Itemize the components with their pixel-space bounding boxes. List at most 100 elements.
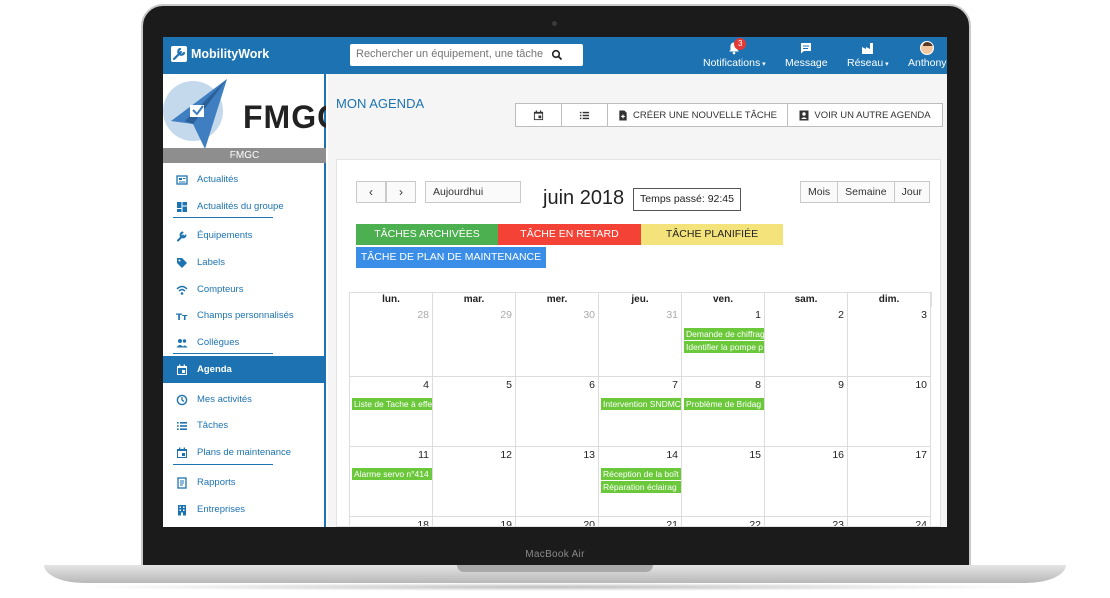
day-cell[interactable]: 11 Alarme servo n°414 <box>350 447 433 517</box>
user-name: Anthony <box>908 57 947 69</box>
factory-icon <box>861 43 873 54</box>
sidebar-item-compteurs[interactable]: Compteurs <box>163 276 324 303</box>
day-cell[interactable]: 31 <box>599 307 682 377</box>
list-icon <box>579 111 590 119</box>
sidebar-item-label: Compteurs <box>197 284 244 295</box>
calendar-card: ‹ › Aujourdhui juin 2018 Temps passé: 92… <box>336 159 941 527</box>
other-agenda-button[interactable]: VOIR UN AUTRE AGENDA <box>787 103 943 127</box>
sidebar-item-champs-personnalises[interactable]: Tт Champs personnalisés <box>163 302 324 329</box>
day-cell[interactable]: 4 Liste de Tache à effe <box>350 377 433 447</box>
sidebar-item-label: Plans de maintenance <box>197 447 292 458</box>
sidebar-item-labels[interactable]: Labels <box>163 249 324 276</box>
sidebar-item-agenda[interactable]: Agenda <box>163 356 324 383</box>
day-cell[interactable]: 14 Réception de la boît Réparation éclaira… <box>599 447 682 517</box>
create-task-button[interactable]: CRÉER UNE NOUVELLE TÂCHE <box>607 103 788 127</box>
sidebar-item-actualites-groupe[interactable]: Actualités du groupe <box>163 193 324 220</box>
day-number: 31 <box>666 309 678 321</box>
day-cell[interactable]: 30 <box>516 307 599 377</box>
day-cell[interactable]: 16 <box>765 447 848 517</box>
brand-name-bold: Mobility <box>191 47 239 61</box>
sidebar-item-actualites[interactable]: Actualités <box>163 166 324 193</box>
day-number: 1 <box>755 309 761 321</box>
list-view-button[interactable] <box>561 103 608 127</box>
sidebar-item-equipements[interactable]: Équipements <box>163 222 324 249</box>
brand-logo[interactable]: MobilityWork <box>191 47 269 61</box>
calendar-event[interactable]: Réparation éclairag <box>601 481 681 493</box>
day-number: 13 <box>583 449 595 461</box>
sidebar-item-mes-activites[interactable]: Mes activités <box>163 386 324 413</box>
day-cell[interactable]: 12 <box>433 447 516 517</box>
day-cell[interactable]: 24 <box>848 517 931 526</box>
sidebar-item-taches[interactable]: Tâches <box>163 412 324 439</box>
calendar-event[interactable]: Réception de la boît <box>601 468 681 480</box>
day-cell[interactable]: 1 Demande de chiffrag Identifier la pompe … <box>682 307 765 377</box>
week-row: 11 Alarme servo n°414 12 13 14 Réception de l… <box>349 447 932 517</box>
day-number: 11 <box>418 449 429 461</box>
sidebar-item-label: Mes activités <box>197 394 252 405</box>
view-day-button[interactable]: Jour <box>893 181 931 203</box>
day-cell[interactable]: 20 <box>516 517 599 526</box>
sidebar-item-plans-maintenance[interactable]: Plans de maintenance <box>163 439 324 466</box>
search-icon[interactable] <box>551 49 563 61</box>
day-cell[interactable]: 7 Intervention SNDMC <box>599 377 682 447</box>
calendar-icon <box>177 447 187 458</box>
day-cell[interactable]: 10 <box>848 377 931 447</box>
caret-down-icon: ▾ <box>883 61 889 68</box>
day-cell[interactable]: 6 <box>516 377 599 447</box>
day-cell[interactable]: 5 <box>433 377 516 447</box>
sidebar-item-label: Équipements <box>197 230 253 241</box>
calendar-view-button[interactable] <box>515 103 562 127</box>
day-cell[interactable]: 21 <box>599 517 682 526</box>
calendar-icon <box>177 364 187 375</box>
text-format-icon: Tт <box>176 313 188 322</box>
view-switcher: Mois Semaine Jour <box>800 181 931 203</box>
day-cell[interactable]: 15 <box>682 447 765 517</box>
prev-month-button[interactable]: ‹ <box>356 181 386 203</box>
calendar-event[interactable]: Intervention SNDMC <box>601 398 681 410</box>
sidebar-divider <box>173 217 273 218</box>
day-cell[interactable]: 19 <box>433 517 516 526</box>
next-month-button[interactable]: › <box>386 181 416 203</box>
sidebar-item-rapports[interactable]: Rapports <box>163 469 324 496</box>
day-cell[interactable]: 3 <box>848 307 931 377</box>
day-number: 23 <box>832 519 844 527</box>
network-label: Réseau <box>847 57 884 69</box>
tag-icon <box>177 258 187 268</box>
day-cell[interactable]: 17 <box>848 447 931 517</box>
day-cell[interactable]: 18 <box>350 517 433 526</box>
today-button[interactable]: Aujourdhui <box>425 181 521 203</box>
sidebar-item-label: Rapports <box>197 477 236 488</box>
sidebar-item-entreprises[interactable]: Entreprises <box>163 496 324 523</box>
user-menu[interactable]: Anthony <box>908 41 947 69</box>
week-row: 28 29 30 31 1 Demande de chiffrag Identifier l… <box>349 307 932 377</box>
day-cell[interactable]: 9 <box>765 377 848 447</box>
calendar-event[interactable]: Alarme servo n°414 <box>352 468 432 480</box>
day-cell[interactable]: 23 <box>765 517 848 527</box>
notifications-menu[interactable]: 3 Notifications ▾ <box>703 38 766 69</box>
messages-menu[interactable]: Message <box>785 41 828 69</box>
page-title: MON AGENDA <box>336 96 425 111</box>
day-cell[interactable]: 28 <box>350 307 433 377</box>
calendar-event[interactable]: Demande de chiffrag <box>684 328 764 340</box>
sidebar-item-label: Agenda <box>197 364 232 375</box>
caret-down-icon: ▾ <box>760 61 766 68</box>
network-menu[interactable]: Réseau ▾ <box>847 41 889 69</box>
view-week-button[interactable]: Semaine <box>837 181 895 203</box>
avatar <box>920 41 935 55</box>
calendar-event[interactable]: Problème de Bridag <box>684 398 764 410</box>
day-cell[interactable]: 22 <box>682 517 765 526</box>
search-input[interactable] <box>356 48 546 60</box>
sidebar-item-collegues[interactable]: Collègues <box>163 329 324 356</box>
view-month-button[interactable]: Mois <box>800 181 839 203</box>
day-cell[interactable]: 8 Problème de Bridag <box>682 377 765 447</box>
day-cell[interactable]: 29 <box>433 307 516 377</box>
weekday-label: sam. <box>765 293 848 307</box>
sidebar-item-label: Tâches <box>197 420 229 431</box>
organization-logo: FMGC <box>163 74 326 148</box>
day-cell[interactable]: 2 <box>765 307 848 377</box>
add-file-icon <box>619 109 627 121</box>
calendar-event[interactable]: Liste de Tache à effe <box>352 398 432 410</box>
sidebar-item-label: Collègues <box>197 337 240 348</box>
day-cell[interactable]: 13 <box>516 447 599 517</box>
calendar-event[interactable]: Identifier la pompe p <box>684 341 764 353</box>
